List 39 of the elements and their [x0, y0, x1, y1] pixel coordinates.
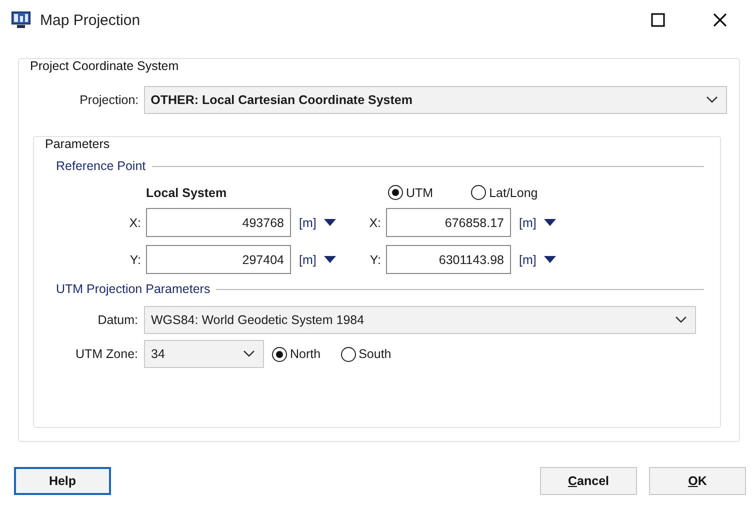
caret-icon	[324, 256, 336, 263]
column-title: Local System	[146, 186, 228, 200]
field-label: UTM Zone:	[74, 347, 138, 361]
unit-dropdown[interactable]: [m]	[291, 252, 336, 266]
caret-icon	[324, 219, 336, 226]
chevron-icon	[706, 96, 718, 104]
unit-dropdown[interactable]: [m]	[291, 216, 336, 230]
field-label: Projection:	[78, 93, 140, 107]
dialog-button[interactable]: Cancel	[540, 467, 637, 495]
section-title: Reference Point	[56, 159, 146, 173]
app-icon	[11, 11, 31, 29]
input-field[interactable]: 6301143.98	[386, 245, 511, 274]
field-label: Datum:	[96, 313, 138, 327]
unit-dropdown[interactable]: [m]	[511, 216, 556, 230]
radio-button[interactable]: South	[340, 346, 392, 362]
dropdown-field[interactable]: OTHER: Local Cartesian Coordinate System	[144, 86, 727, 114]
maximize-icon	[651, 13, 665, 27]
dropdown-field[interactable]: WGS84: World Geodetic System 1984	[144, 306, 696, 334]
dialog-button[interactable]: Help	[14, 467, 111, 495]
caret-icon	[544, 219, 556, 226]
dialog-button[interactable]: OK	[649, 467, 746, 495]
field-label: X:	[128, 216, 142, 230]
close-icon	[713, 13, 727, 27]
section-title: UTM Projection Parameters	[56, 282, 210, 296]
radio-button[interactable]: UTM	[388, 185, 434, 200]
input-field[interactable]: 493768	[146, 208, 291, 237]
chevron-icon	[243, 350, 255, 358]
chevron-icon	[675, 316, 687, 324]
dropdown-field[interactable]: 34	[144, 340, 264, 368]
unit-dropdown[interactable]: [m]	[511, 252, 556, 266]
field-label: Y:	[128, 252, 142, 266]
radio-button[interactable]: North	[272, 346, 321, 362]
field-label: X:	[368, 216, 382, 230]
field-label: Y:	[368, 252, 382, 266]
window-title: Map Projection	[40, 12, 140, 28]
input-field[interactable]: 297404	[146, 245, 291, 274]
radio-button[interactable]: Lat/Long	[471, 185, 538, 200]
caret-icon	[544, 256, 556, 263]
input-field[interactable]: 676858.17	[386, 208, 511, 237]
